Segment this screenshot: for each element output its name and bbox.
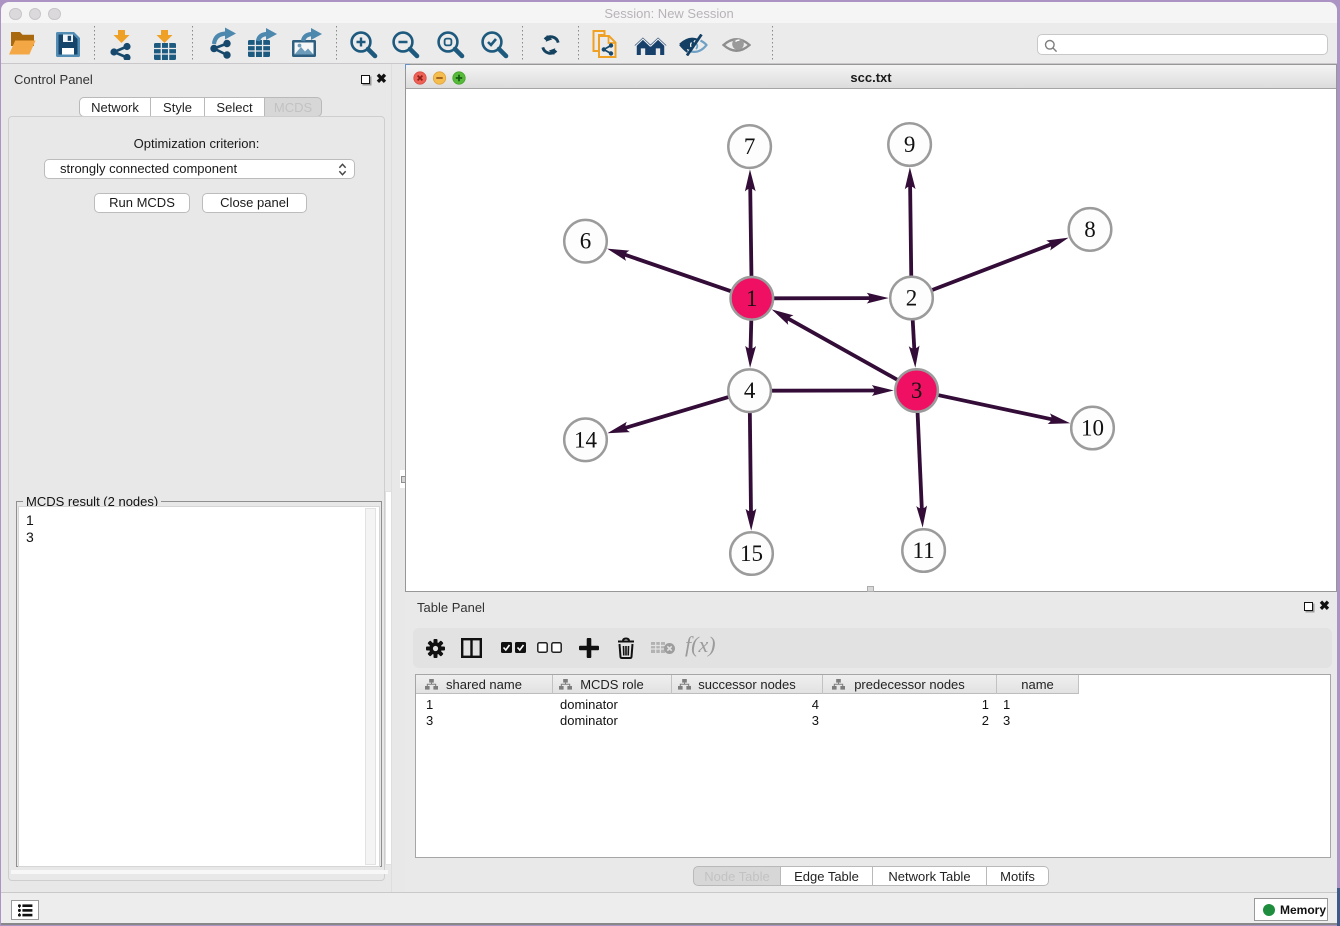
svg-text:11: 11 <box>913 538 935 563</box>
svg-text:6: 6 <box>580 229 592 254</box>
svg-text:2: 2 <box>906 286 918 311</box>
svg-text:10: 10 <box>1081 416 1104 441</box>
svg-text:9: 9 <box>904 132 916 157</box>
svg-text:14: 14 <box>574 427 598 452</box>
svg-text:4: 4 <box>744 378 756 403</box>
svg-text:3: 3 <box>911 378 923 403</box>
svg-text:15: 15 <box>740 541 763 566</box>
svg-text:1: 1 <box>746 286 758 311</box>
svg-text:8: 8 <box>1084 217 1096 242</box>
svg-text:7: 7 <box>744 134 756 159</box>
